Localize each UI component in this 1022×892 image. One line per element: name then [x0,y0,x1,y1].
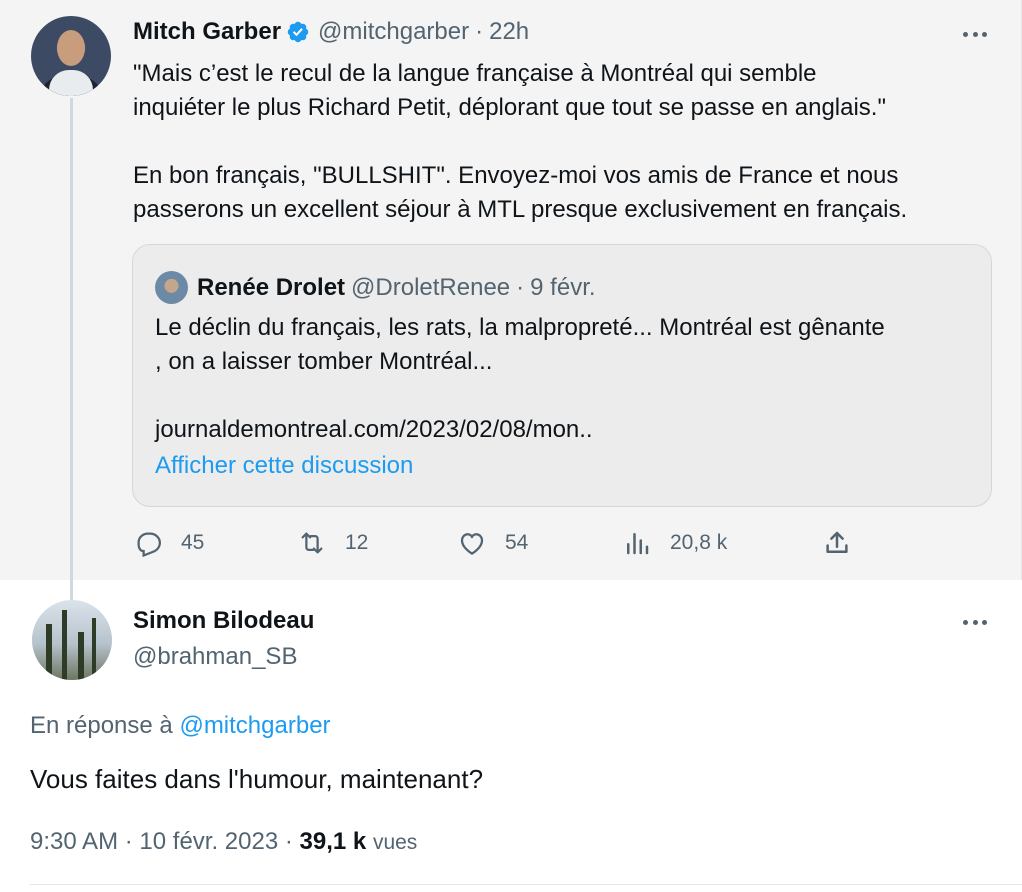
show-thread-link[interactable]: Afficher cette discussion [155,452,413,480]
in-reply-to: En réponse à @mitchgarber [30,712,331,740]
reply-text: Vous faites dans l'humour, maintenant? [30,764,484,794]
quote-avatar [155,271,188,304]
avatar-face [57,30,85,66]
more-icon[interactable] [959,22,991,46]
reply-icon [137,532,162,558]
display-name[interactable]: Mitch Garber [133,18,281,46]
retweet-icon [301,532,323,554]
meta-separator: · [284,828,293,855]
quote-user-row: Renée Drolet @DroletRenee · 9 févr. [155,271,596,304]
in-reply-prefix: En réponse à [30,712,173,739]
reply-button[interactable]: 45 [133,528,204,558]
tweet-meta: 9:30 AM · 10 févr. 2023 · 39,1 k vues [30,828,417,856]
views-label: vues [372,831,418,854]
action-bar: 45 12 54 20,8 k [0,528,1022,562]
reply-handle[interactable]: @brahman_SB [133,643,297,671]
quote-display-name: Renée Drolet [197,273,346,301]
quote-tweet[interactable]: Renée Drolet @DroletRenee · 9 févr. Le d… [132,244,992,507]
quote-date: 9 févr. [530,273,596,301]
more-icon[interactable] [959,610,991,634]
like-button[interactable]: 54 [457,528,528,558]
avatar-tree [46,624,52,680]
reply-avatar[interactable] [32,600,112,680]
avatar[interactable] [31,16,111,96]
reply-date[interactable]: 10 févr. 2023 [139,828,278,855]
handle[interactable]: @mitchgarber [318,18,469,46]
tweet-text: "Mais c’est le recul de la langue frança… [133,60,908,223]
thread-line [70,98,73,600]
separator: · [475,18,484,45]
like-count: 54 [505,531,529,554]
views-total: 39,1 k [299,828,367,855]
share-button[interactable] [822,528,870,558]
parent-user-row: Mitch Garber @mitchgarber · 22h [133,18,529,46]
verified-badge-icon [286,20,310,44]
reply-time[interactable]: 9:30 AM [30,828,118,855]
timestamp[interactable]: 22h [489,18,529,46]
views-count: 20,8 k [670,531,728,554]
divider [30,884,1022,885]
quote-text: Le déclin du français, les rats, la malp… [155,314,885,443]
share-icon [826,531,848,553]
quote-separator: · [516,273,525,301]
like-icon [460,533,484,555]
avatar-tree [78,632,84,680]
in-reply-mention[interactable]: @mitchgarber [179,712,330,739]
avatar-tree [92,618,96,680]
avatar-shirt [49,70,93,96]
avatar-tree [62,610,67,680]
retweet-count: 12 [345,531,369,554]
reply-display-name[interactable]: Simon Bilodeau [133,607,314,635]
reply-count: 45 [181,531,205,554]
retweet-button[interactable]: 12 [297,528,368,558]
meta-separator: · [124,828,133,855]
views-button[interactable]: 20,8 k [622,528,727,558]
views-icon [627,533,649,555]
quote-handle: @DroletRenee [351,273,511,301]
